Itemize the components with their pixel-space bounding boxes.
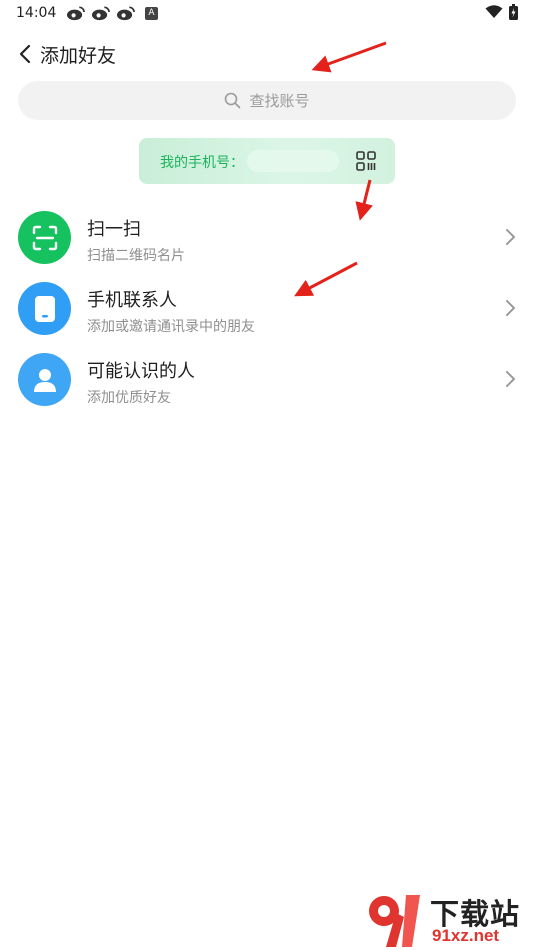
person-icon (18, 353, 71, 406)
status-notification-icons: A (66, 5, 158, 21)
menu-list: 扫一扫 扫描二维码名片 手机联系人 添加或邀请通讯录中的朋友 可能认识的人 添加… (0, 206, 534, 419)
chevron-right-icon (506, 300, 515, 316)
menu-item-subtitle: 添加优质好友 (87, 390, 171, 406)
my-phone-card: 我的手机号： (139, 138, 395, 184)
menu-item-people-you-may-know[interactable]: 可能认识的人 添加优质好友 (0, 348, 534, 419)
scan-icon (18, 211, 71, 264)
weibo-icon (66, 6, 85, 21)
chevron-left-icon (19, 44, 31, 64)
search-placeholder: 查找账号 (249, 92, 310, 110)
menu-item-subtitle: 扫描二维码名片 (87, 248, 185, 264)
weibo-icon (116, 6, 135, 21)
battery-icon (509, 4, 518, 20)
menu-item-contacts[interactable]: 手机联系人 添加或邀请通讯录中的朋友 (0, 277, 534, 348)
phone-icon (18, 282, 71, 335)
chevron-right-icon (506, 229, 515, 245)
status-bar: 14:04 A (0, 0, 534, 28)
search-input[interactable]: 查找账号 (18, 81, 516, 120)
my-phone-label: 我的手机号： (160, 155, 244, 171)
menu-item-title: 扫一扫 (87, 219, 141, 240)
search-icon (225, 92, 241, 109)
header: 添加好友 (0, 34, 534, 74)
phone-number-hidden (247, 150, 339, 172)
a-badge-icon: A (145, 6, 158, 20)
menu-item-subtitle: 添加或邀请通讯录中的朋友 (87, 319, 255, 335)
menu-item-scan[interactable]: 扫一扫 扫描二维码名片 (0, 206, 534, 277)
status-system-icons (485, 4, 518, 20)
page-title: 添加好友 (40, 45, 117, 67)
chevron-right-icon (506, 371, 515, 387)
menu-item-title: 手机联系人 (87, 290, 177, 311)
menu-item-title: 可能认识的人 (87, 361, 195, 382)
weibo-icon (91, 6, 110, 21)
qr-code-icon[interactable] (356, 151, 376, 171)
watermark-91-icon (369, 895, 420, 947)
watermark-domain: 91xz.net (432, 926, 500, 945)
back-button[interactable] (14, 42, 36, 66)
watermark-logo: 下载站 91xz.net (364, 889, 534, 950)
wifi-icon (485, 5, 503, 18)
status-time: 14:04 (16, 5, 57, 21)
